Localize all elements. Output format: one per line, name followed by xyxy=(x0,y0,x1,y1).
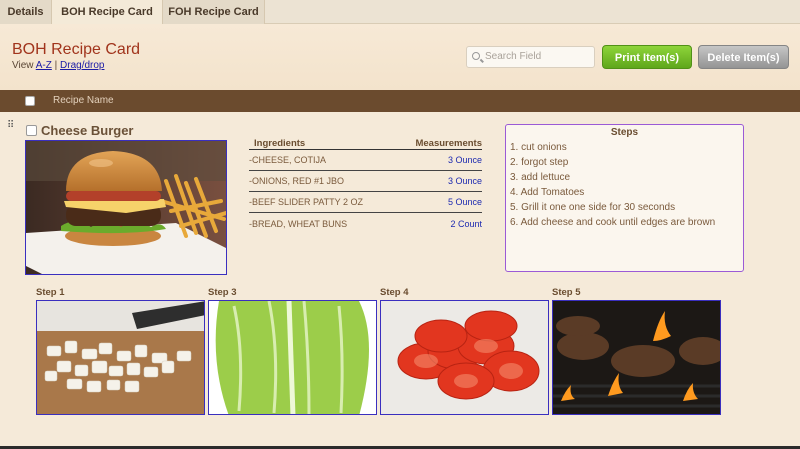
ingredient-row: -BEEF SLIDER PATTY 2 OZ 5 Ounce xyxy=(249,192,482,213)
steps-panel: Steps 1. cut onions 2. forgot step 3. ad… xyxy=(505,124,744,272)
sliced-tomatoes-image xyxy=(381,301,548,414)
ingredients-header-row: Ingredients Measurements xyxy=(249,138,482,150)
recipe-checkbox[interactable] xyxy=(26,125,37,136)
delete-items-button[interactable]: Delete Item(s) xyxy=(698,45,789,69)
select-all-checkbox[interactable] xyxy=(25,96,35,106)
step-item: 1. cut onions xyxy=(510,142,567,153)
step-photo-tomatoes xyxy=(380,300,549,415)
ingredient-name: -BREAD, WHEAT BUNS xyxy=(249,218,348,229)
ingredient-name: -ONIONS, RED #1 JBO xyxy=(249,176,345,186)
step-photo-grill xyxy=(552,300,721,415)
column-header-bar: Recipe Name xyxy=(0,90,800,112)
step-photo-onions xyxy=(36,300,205,415)
ingredient-amount: 3 Ounce xyxy=(447,155,482,165)
recipe-photo xyxy=(25,140,227,275)
ingredient-name: -BEEF SLIDER PATTY 2 OZ xyxy=(249,197,364,207)
ingredient-row: -BREAD, WHEAT BUNS 2 Count xyxy=(249,213,482,234)
view-separator: | xyxy=(54,60,58,71)
view-switcher: View A-Z | Drag/drop xyxy=(12,60,104,71)
ingredient-amount: 2 Count xyxy=(450,218,482,229)
step-photo-label: Step 4 xyxy=(380,287,409,298)
search-icon xyxy=(472,52,480,60)
chopped-onions-image xyxy=(37,301,204,414)
step-item: 2. forgot step xyxy=(510,157,569,168)
ingredients-header: Ingredients xyxy=(254,138,306,149)
tab-boh-recipe-card[interactable]: BOH Recipe Card xyxy=(52,0,163,25)
step-item: 3. add lettuce xyxy=(510,172,571,183)
tab-details[interactable]: Details xyxy=(0,0,52,24)
ingredient-row: -CHEESE, COTIJA 3 Ounce xyxy=(249,150,482,171)
drag-handle-icon[interactable]: ⠿ xyxy=(7,120,14,131)
column-recipe-name[interactable]: Recipe Name xyxy=(53,90,114,112)
recipe-name: Cheese Burger xyxy=(41,123,134,138)
steps-title: Steps xyxy=(610,127,639,138)
search-placeholder: Search Field xyxy=(485,51,542,62)
print-items-button[interactable]: Print Item(s) xyxy=(602,45,692,69)
step-item: 5. Grill it one one side for 30 seconds xyxy=(510,202,676,213)
tab-bar: Details BOH Recipe Card FOH Recipe Card xyxy=(0,0,800,25)
view-az-link[interactable]: A-Z xyxy=(36,60,52,71)
step-photo-label: Step 1 xyxy=(36,287,65,298)
lettuce-image xyxy=(209,301,376,414)
ingredients-table: Ingredients Measurements -CHEESE, COTIJA… xyxy=(249,138,482,234)
ingredient-row: -ONIONS, RED #1 JBO 3 Ounce xyxy=(249,171,482,192)
search-input[interactable]: Search Field xyxy=(466,46,595,68)
page-header: BOH Recipe Card View A-Z | Drag/drop Sea… xyxy=(0,24,800,90)
ingredient-amount: 3 Ounce xyxy=(447,176,482,186)
ingredient-name: -CHEESE, COTIJA xyxy=(249,155,327,165)
ingredient-amount: 5 Ounce xyxy=(447,197,482,207)
tab-foh-recipe-card[interactable]: FOH Recipe Card xyxy=(163,0,265,24)
step-photo-label: Step 3 xyxy=(208,287,237,298)
page-title: BOH Recipe Card xyxy=(12,41,141,58)
step-photo-label: Step 5 xyxy=(552,287,581,298)
grilling-patties-image xyxy=(553,301,720,414)
step-photo-lettuce xyxy=(208,300,377,415)
steps-list: 1. cut onions 2. forgot step 3. add lett… xyxy=(506,140,743,230)
measurements-header: Measurements xyxy=(415,138,482,149)
burger-image xyxy=(26,141,226,274)
step-item: 4. Add Tomatoes xyxy=(510,187,585,198)
step-item: 6. Add cheese and cook until edges are b… xyxy=(510,217,716,228)
view-label: View xyxy=(12,60,34,71)
view-drag-link[interactable]: Drag/drop xyxy=(60,60,104,71)
